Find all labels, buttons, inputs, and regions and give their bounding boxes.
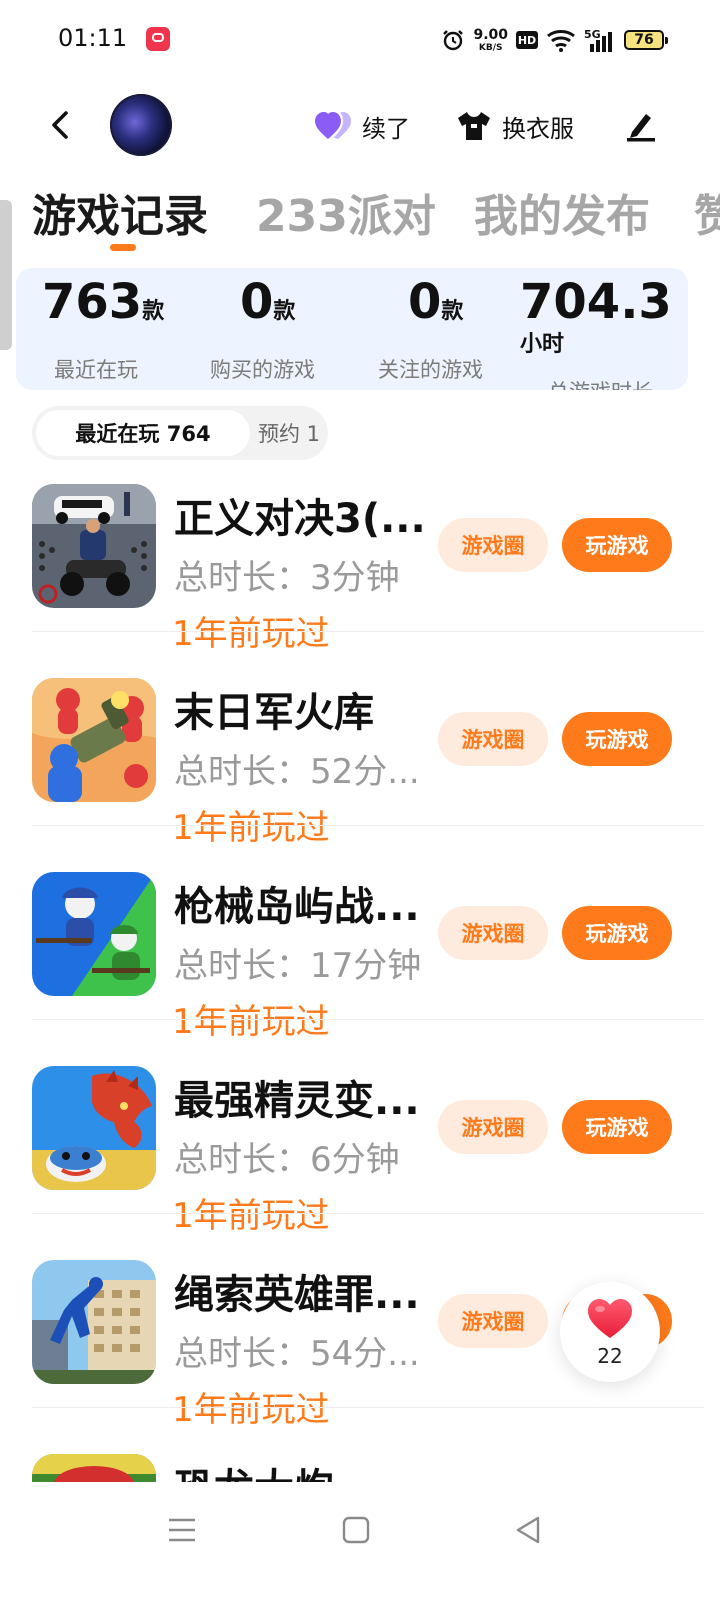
stat-value: 704.3 [520, 274, 672, 330]
stat-unit: 款 [441, 299, 464, 324]
stat-followed[interactable]: 0款 [408, 278, 463, 326]
tab-game-records[interactable]: 游戏记录 [32, 180, 208, 244]
like-count: 22 [597, 1344, 623, 1368]
stat-recent-playing[interactable]: 763款 [42, 278, 164, 326]
dino-game-icon [32, 1454, 156, 1482]
heart-icon [588, 1299, 632, 1338]
filter-recent-playing[interactable]: 最近在玩 764 [36, 410, 250, 456]
edit-icon[interactable] [624, 108, 658, 142]
stats-card: 763款 最近在玩 0款 购买的游戏 0款 关注的游戏 704.3小时 总游戏时… [16, 268, 688, 390]
app-notification-icon [146, 27, 170, 51]
profile-header: 续了 换衣服 [0, 86, 720, 166]
hd-badge: HD [516, 31, 538, 49]
row-divider [32, 631, 704, 632]
game-duration: 总时长：17分钟 [174, 946, 422, 986]
arsenal-game-icon [32, 678, 156, 802]
game-title: 末日军火库 [174, 690, 374, 736]
profile-tabs: 游戏记录 233派对 我的发布 赞 [0, 180, 720, 260]
floating-like-button[interactable]: 22 [560, 1282, 660, 1382]
game-circle-button[interactable]: 游戏圈 [438, 518, 548, 572]
system-nav-bar [0, 1482, 720, 1604]
gun-island-game-icon [32, 872, 156, 996]
tab-233-party[interactable]: 233派对 [256, 180, 436, 244]
cell-signal-icon: 5G [584, 28, 616, 52]
game-circle-button[interactable]: 游戏圈 [438, 1294, 548, 1348]
battery-indicator: 76 [624, 30, 668, 50]
status-bar: 01:11 9.00 KB/S HD 5G 76 [0, 0, 720, 80]
stat-label: 购买的游戏 [210, 358, 315, 382]
rope-hero-game-icon [32, 1260, 156, 1384]
game-row[interactable]: 最强精灵变... 总时长：6分钟 1年前玩过 游戏圈 玩游戏 [0, 1060, 720, 1254]
stat-unit: 款 [142, 299, 165, 324]
game-title: 正义对决3(... [174, 496, 426, 542]
game-title: 枪械岛屿战... [174, 884, 420, 930]
status-time: 01:11 [58, 24, 128, 52]
avatar[interactable] [110, 94, 172, 156]
stat-unit: 小时 [520, 332, 565, 357]
play-game-button[interactable]: 玩游戏 [562, 518, 672, 572]
net-speed-unit: KB/S [478, 42, 503, 53]
xu-label: 续了 [362, 114, 410, 143]
game-filter: 最近在玩 764 预约 1 [32, 406, 328, 460]
game-row[interactable]: 恐龙大炮 [0, 1448, 720, 1482]
stat-unit: 款 [273, 299, 296, 324]
wifi-icon [547, 30, 575, 52]
net-speed-value: 9.00 [473, 26, 508, 43]
play-game-button[interactable]: 玩游戏 [562, 712, 672, 766]
game-duration: 总时长：52分... [174, 752, 420, 792]
game-row[interactable]: 末日军火库 总时长：52分... 1年前玩过 游戏圈 玩游戏 [0, 672, 720, 866]
stat-label: 关注的游戏 [378, 358, 483, 382]
heart-icon [315, 112, 351, 139]
monster-evolve-game-icon [32, 1066, 156, 1190]
back-nav-icon[interactable] [508, 1510, 548, 1550]
menu-icon[interactable] [162, 1510, 202, 1550]
change-clothes-button[interactable]: 换衣服 [456, 106, 574, 146]
game-row[interactable]: 枪械岛屿战... 总时长：17分钟 1年前玩过 游戏圈 玩游戏 [0, 866, 720, 1060]
active-tab-indicator [110, 244, 136, 251]
stat-purchased[interactable]: 0款 [240, 278, 295, 326]
alarm-icon [443, 30, 464, 51]
clothes-label: 换衣服 [502, 114, 574, 143]
play-game-button[interactable]: 玩游戏 [562, 906, 672, 960]
xu-button[interactable]: 续了 [314, 106, 410, 146]
stat-value: 0 [408, 274, 442, 330]
police-game-icon [32, 484, 156, 608]
game-duration: 总时长：54分... [174, 1334, 420, 1374]
game-title: 最强精灵变... [174, 1078, 420, 1124]
stat-value: 0 [240, 274, 274, 330]
stat-label: 总游戏时长 [548, 376, 653, 390]
game-duration: 总时长：6分钟 [174, 1140, 400, 1180]
stat-value: 763 [42, 274, 143, 330]
game-title: 恐龙大炮 [174, 1456, 434, 1482]
tab-likes[interactable]: 赞 [694, 180, 720, 244]
game-duration: 总时长：3分钟 [174, 558, 400, 598]
row-divider [32, 1019, 704, 1020]
net-speed: 9.00 KB/S [473, 28, 508, 53]
stat-total-playtime[interactable]: 704.3小时 [520, 278, 688, 358]
back-button[interactable] [46, 110, 76, 140]
game-circle-button[interactable]: 游戏圈 [438, 906, 548, 960]
row-divider [32, 825, 704, 826]
stat-label: 最近在玩 [54, 358, 138, 382]
game-row[interactable]: 正义对决3(... 总时长：3分钟 1年前玩过 游戏圈 玩游戏 [0, 478, 720, 672]
game-title: 绳索英雄罪... [174, 1272, 420, 1318]
row-divider [32, 1213, 704, 1214]
play-game-button[interactable]: 玩游戏 [562, 1100, 672, 1154]
row-divider [32, 1407, 704, 1408]
shirt-icon [458, 112, 490, 140]
home-icon[interactable] [336, 1510, 376, 1550]
filter-reserved[interactable]: 预约 1 [254, 410, 324, 456]
game-circle-button[interactable]: 游戏圈 [438, 1100, 548, 1154]
tab-my-posts[interactable]: 我的发布 [474, 180, 650, 244]
game-circle-button[interactable]: 游戏圈 [438, 712, 548, 766]
status-indicators: 9.00 KB/S HD 5G 76 [441, 24, 668, 56]
